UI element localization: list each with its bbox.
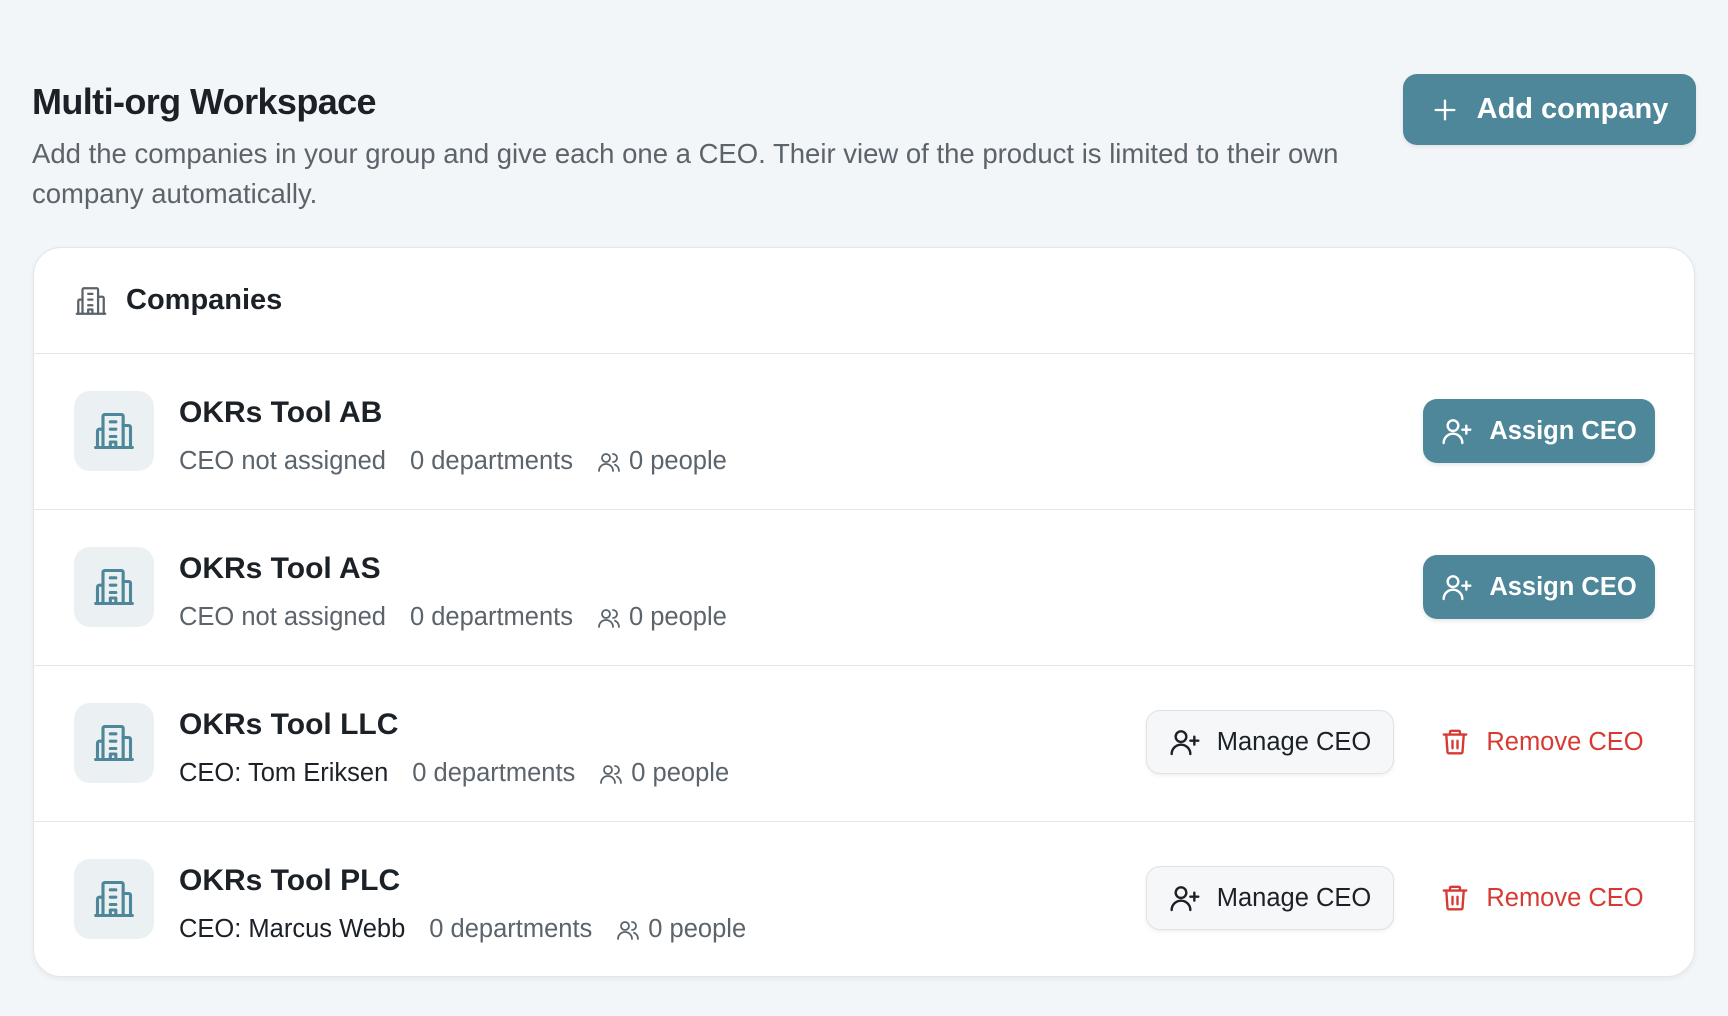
assign-ceo-label: Assign CEO — [1489, 416, 1637, 445]
people-count: 0 people — [616, 915, 746, 944]
user-plus-icon — [1170, 886, 1200, 912]
ceo-status: CEO not assigned — [179, 603, 386, 631]
users-icon — [600, 764, 623, 784]
user-plus-icon — [1170, 730, 1200, 756]
ceo-status: CEO not assigned — [179, 447, 386, 475]
people-count: 0 people — [597, 603, 727, 632]
people-count-label: 0 people — [628, 603, 727, 631]
users-icon — [598, 608, 620, 628]
page-header: Multi-org Workspace Add the companies in… — [32, 80, 1392, 214]
ceo-status: CEO: Tom Eriksen — [179, 759, 389, 787]
company-name: OKRs Tool AB — [179, 396, 383, 429]
add-company-button[interactable]: Add company — [1403, 74, 1696, 145]
manage-ceo-label: Manage CEO — [1216, 883, 1372, 912]
company-meta: CEO: Tom Eriksen 0 departments 0 people — [179, 759, 729, 788]
remove-ceo-button[interactable]: Remove CEO — [1432, 710, 1652, 774]
remove-ceo-button[interactable]: Remove CEO — [1432, 866, 1652, 930]
people-count: 0 people — [599, 759, 729, 788]
plus-icon — [1434, 99, 1456, 121]
remove-ceo-label: Remove CEO — [1486, 727, 1644, 756]
assign-ceo-label: Assign CEO — [1489, 572, 1637, 601]
user-plus-icon — [1442, 419, 1472, 445]
manage-ceo-button[interactable]: Manage CEO — [1146, 710, 1394, 774]
company-avatar — [74, 703, 154, 783]
company-meta: CEO not assigned 0 departments 0 people — [179, 603, 727, 632]
company-row: OKRs Tool AS CEO not assigned 0 departme… — [34, 510, 1694, 666]
users-icon — [617, 920, 640, 940]
page-title: Multi-org Workspace — [32, 81, 377, 122]
building-icon — [75, 286, 107, 315]
company-row: OKRs Tool PLC CEO: Marcus Webb 0 departm… — [34, 822, 1694, 976]
people-count: 0 people — [597, 447, 727, 476]
people-count-label: 0 people — [631, 759, 730, 787]
building-icon — [94, 724, 134, 762]
remove-ceo-label: Remove CEO — [1486, 883, 1644, 912]
manage-ceo-button[interactable]: Manage CEO — [1146, 866, 1394, 930]
company-name: OKRs Tool LLC — [179, 708, 399, 741]
company-avatar — [74, 859, 154, 939]
page-subtitle: Add the companies in your group and give… — [32, 138, 1339, 209]
company-avatar — [74, 391, 154, 471]
user-plus-icon — [1442, 575, 1472, 601]
building-icon — [94, 568, 134, 606]
users-icon — [598, 452, 620, 472]
building-icon — [94, 880, 134, 918]
assign-ceo-button[interactable]: Assign CEO — [1423, 399, 1655, 463]
company-row: OKRs Tool LLC CEO: Tom Eriksen 0 departm… — [34, 666, 1694, 822]
departments-count: 0 departments — [409, 603, 573, 631]
company-name: OKRs Tool PLC — [179, 864, 401, 897]
add-company-label: Add company — [1476, 93, 1669, 125]
company-name: OKRs Tool AS — [179, 552, 381, 585]
ceo-status: CEO: Marcus Webb — [179, 915, 406, 943]
departments-count: 0 departments — [412, 759, 576, 787]
company-avatar — [74, 547, 154, 627]
companies-card-title: Companies — [126, 284, 283, 316]
workspace-page: Multi-org Workspace Add the companies in… — [0, 0, 1728, 1016]
departments-count: 0 departments — [409, 447, 573, 475]
manage-ceo-label: Manage CEO — [1216, 727, 1372, 756]
trash-icon — [1442, 885, 1468, 911]
assign-ceo-button[interactable]: Assign CEO — [1423, 555, 1655, 619]
company-meta: CEO not assigned 0 departments 0 people — [179, 447, 727, 476]
departments-count: 0 departments — [429, 915, 593, 943]
people-count-label: 0 people — [628, 447, 727, 475]
company-row: OKRs Tool AB CEO not assigned 0 departme… — [34, 354, 1694, 510]
company-meta: CEO: Marcus Webb 0 departments 0 people — [179, 915, 746, 944]
companies-card: Companies OKRs Tool AB CEO not assigned … — [33, 247, 1695, 977]
building-icon — [94, 412, 134, 450]
people-count-label: 0 people — [648, 915, 747, 943]
companies-card-header: Companies — [34, 248, 1694, 354]
trash-icon — [1442, 729, 1468, 755]
